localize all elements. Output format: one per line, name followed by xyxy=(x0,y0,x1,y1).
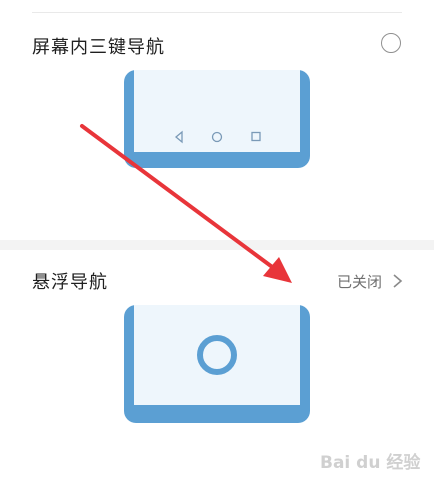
floating-navigation-illustration[interactable] xyxy=(124,305,310,427)
watermark: Bai du 经验 xyxy=(320,453,421,473)
three-key-navigation-illustration[interactable] xyxy=(124,70,310,172)
floating-navigation-label[interactable]: 悬浮导航 xyxy=(32,268,108,294)
chevron-right-icon[interactable] xyxy=(391,273,405,289)
section-gap xyxy=(0,240,434,250)
three-key-navigation-label[interactable]: 屏幕内三键导航 xyxy=(32,33,165,59)
three-key-navigation-radio[interactable] xyxy=(381,33,401,53)
top-divider xyxy=(32,12,402,13)
floating-navigation-status[interactable]: 已关闭 xyxy=(337,271,382,292)
